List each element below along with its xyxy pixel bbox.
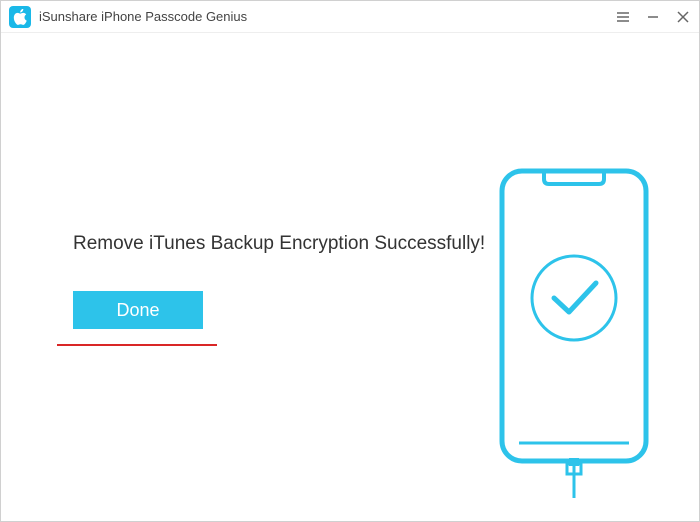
- close-icon[interactable]: [675, 9, 691, 25]
- annotation-underline: [57, 344, 217, 346]
- success-message: Remove iTunes Backup Encryption Successf…: [73, 233, 485, 255]
- phone-success-illustration: [499, 168, 649, 503]
- window-controls: [615, 9, 691, 25]
- minimize-icon[interactable]: [645, 9, 661, 25]
- app-title: iSunshare iPhone Passcode Genius: [39, 9, 615, 24]
- main-content: Remove iTunes Backup Encryption Successf…: [1, 33, 699, 521]
- done-button[interactable]: Done: [73, 291, 203, 329]
- menu-icon[interactable]: [615, 9, 631, 25]
- titlebar: iSunshare iPhone Passcode Genius: [1, 1, 699, 33]
- app-logo-icon: [9, 6, 31, 28]
